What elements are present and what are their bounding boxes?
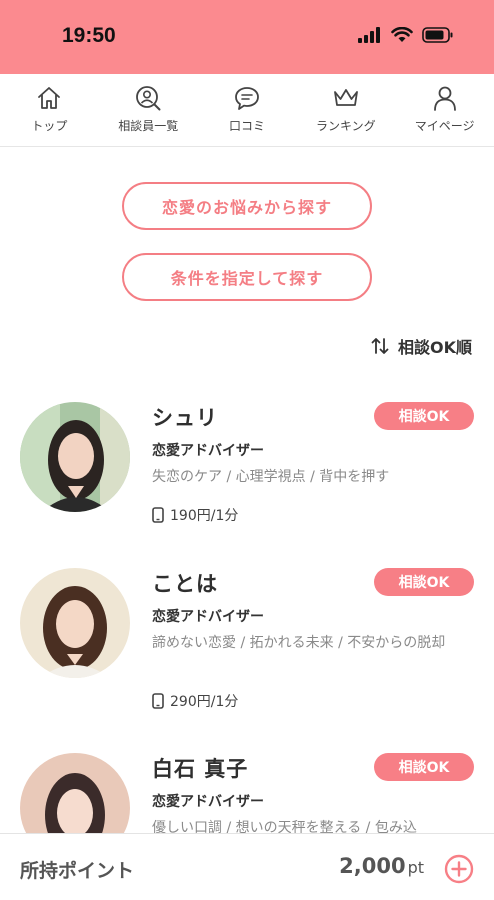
nav-item-top[interactable]: トップ	[0, 74, 99, 146]
status-bar: 19:50	[0, 0, 494, 74]
top-nav: トップ 相談員一覧 口コミ ランキング マイページ	[0, 74, 494, 147]
nav-item-label: 相談員一覧	[118, 119, 179, 133]
points-label: 所持ポイント	[20, 860, 135, 882]
counselor-tags: 失恋のケア / 心理学視点 / 背中を押す	[152, 469, 390, 485]
user-icon	[433, 86, 456, 111]
nav-item-ranking[interactable]: ランキング	[296, 74, 395, 146]
counselor-role: 恋愛アドバイザー	[152, 794, 264, 810]
avatar	[20, 568, 130, 678]
avatar	[20, 402, 130, 512]
status-badge: 相談OK	[374, 568, 474, 596]
nav-item-mypage[interactable]: マイページ	[395, 74, 494, 146]
counselor-card[interactable]: ことは 相談OK 恋愛アドバイザー 諦めない恋愛 / 拓かれる未来 / 不安から…	[0, 558, 494, 711]
chat-bubble-icon	[235, 87, 259, 110]
sort-label: 相談OK順	[397, 338, 472, 357]
nav-item-label: ランキング	[315, 119, 376, 133]
search-by-worry-button[interactable]: 恋愛のお悩みから探す	[122, 182, 372, 230]
search-by-condition-button[interactable]: 条件を指定して探す	[122, 253, 372, 301]
phone-icon	[152, 507, 164, 523]
price-text: 290円/1分	[170, 694, 239, 710]
status-time: 19:50	[62, 24, 116, 47]
nav-item-label: 口コミ	[228, 119, 265, 133]
crown-icon	[333, 89, 358, 106]
add-points-icon[interactable]	[444, 854, 474, 884]
points-unit: pt	[407, 858, 424, 877]
status-badge: 相談OK	[374, 402, 474, 430]
wifi-icon	[391, 27, 413, 42]
battery-icon	[422, 27, 453, 43]
home-icon	[38, 87, 61, 109]
counselor-name: 白石 真子	[152, 757, 249, 781]
nav-item-counselor-list[interactable]: 相談員一覧	[99, 74, 198, 146]
points-value: 2,000 pt	[339, 854, 424, 878]
signal-icon	[358, 27, 380, 43]
nav-item-label: マイページ	[414, 119, 475, 133]
nav-item-label: トップ	[31, 119, 68, 133]
counselor-price: 190円/1分	[152, 505, 238, 525]
points-number: 2,000	[339, 854, 406, 878]
nav-item-reviews[interactable]: 口コミ	[198, 74, 297, 146]
counselor-name: シュリ	[152, 406, 218, 430]
counselor-price: 290円/1分	[152, 691, 238, 711]
sort-arrows-icon	[371, 338, 389, 354]
counselor-role: 恋愛アドバイザー	[152, 609, 264, 625]
phone-icon	[152, 693, 164, 709]
status-badge: 相談OK	[374, 753, 474, 781]
person-search-icon	[136, 86, 161, 111]
sort-control[interactable]: 相談OK順	[370, 334, 472, 358]
counselor-role: 恋愛アドバイザー	[152, 443, 264, 459]
status-icons	[358, 27, 454, 43]
price-text: 190円/1分	[170, 508, 239, 524]
points-bar: 所持ポイント 2,000 pt	[0, 833, 494, 900]
counselor-card[interactable]: シュリ 相談OK 恋愛アドバイザー 失恋のケア / 心理学視点 / 背中を押す …	[0, 392, 494, 542]
counselor-tags: 諦めない恋愛 / 拓かれる未来 / 不安からの脱却	[152, 635, 446, 651]
counselor-name: ことは	[152, 572, 218, 596]
